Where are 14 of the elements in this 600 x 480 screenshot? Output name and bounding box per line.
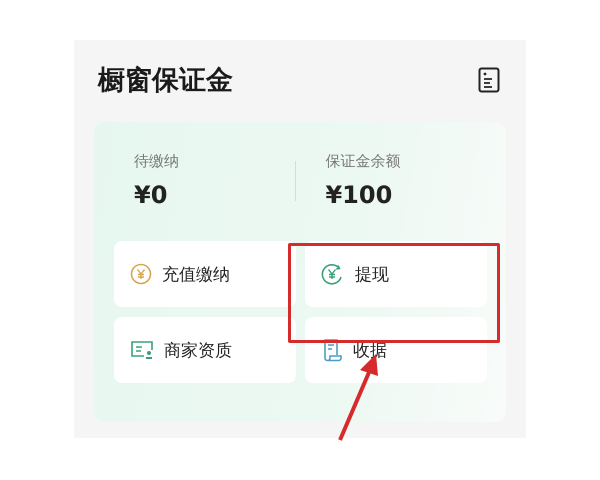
stat-label: 待缴纳: [134, 152, 180, 171]
action-button[interactable]: 收据: [305, 317, 487, 383]
action-button[interactable]: 商家资质: [114, 317, 296, 383]
stat-amount: ¥0: [134, 181, 168, 209]
yuan-coin-icon: [130, 263, 152, 285]
stat-amount: ¥100: [325, 181, 394, 209]
action-button[interactable]: 提现: [305, 241, 487, 307]
document-icon[interactable]: [478, 67, 500, 93]
yuan-refresh-icon: [321, 263, 345, 285]
action-button[interactable]: 充值缴纳: [114, 241, 296, 307]
certificate-icon: [130, 339, 154, 361]
page-title: 橱窗保证金: [98, 64, 233, 98]
receipt-icon: [321, 338, 343, 362]
stat-label: 保证金余额: [325, 152, 402, 171]
